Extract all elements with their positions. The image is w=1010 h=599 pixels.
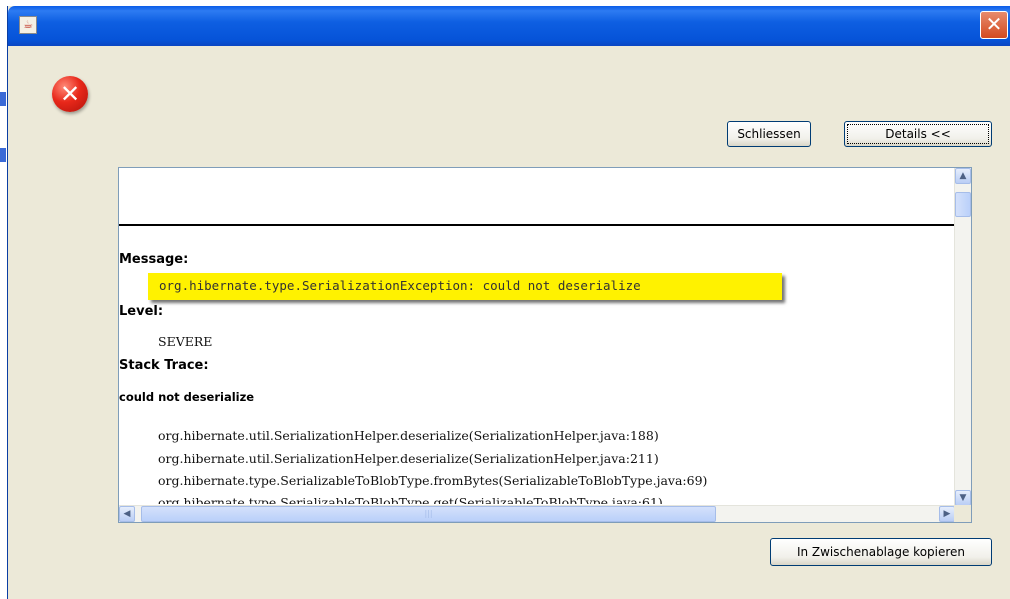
separator-rule	[119, 224, 955, 226]
details-content: Message: org.hibernate.type.Serializatio…	[119, 168, 955, 504]
message-text: org.hibernate.type.SerializationExceptio…	[159, 278, 641, 293]
scroll-down-icon[interactable]: ▼	[955, 490, 971, 506]
close-button[interactable]: Schliessen	[727, 121, 811, 147]
level-value: SEVERE	[158, 334, 213, 349]
vertical-scroll-thumb[interactable]	[955, 192, 971, 217]
horizontal-scroll-thumb[interactable]: |||	[141, 506, 716, 522]
window-close-button[interactable]: ✕	[980, 11, 1008, 39]
level-label: Level:	[119, 304, 164, 319]
scrollbar-corner	[954, 505, 971, 522]
stack-summary: could not deserialize	[119, 390, 255, 404]
horizontal-scrollbar[interactable]: ◀ ||| ▶	[119, 505, 955, 522]
scroll-left-icon[interactable]: ◀	[119, 506, 135, 522]
details-toggle-button[interactable]: Details <<	[844, 121, 992, 147]
background-marker	[0, 148, 6, 162]
background-marker	[0, 92, 6, 106]
title-bar[interactable]: ☕ ✕	[8, 6, 1010, 46]
error-dialog: ☕ ✕ ✕ Schliessen Details << Message: org…	[7, 6, 1010, 599]
focus-ring	[847, 124, 989, 144]
stack-line: org.hibernate.util.SerializationHelper.d…	[158, 428, 659, 443]
stack-line: org.hibernate.util.SerializationHelper.d…	[158, 451, 659, 466]
java-cup-icon[interactable]: ☕	[19, 16, 37, 34]
error-icon: ✕	[52, 76, 88, 112]
scroll-up-icon[interactable]: ▲	[955, 168, 971, 184]
stack-line: org.hibernate.type.SerializableToBlobTyp…	[158, 473, 708, 488]
message-label: Message:	[119, 252, 189, 267]
copy-to-clipboard-button[interactable]: In Zwischenablage kopieren	[770, 538, 992, 566]
details-scroll-pane[interactable]: Message: org.hibernate.type.Serializatio…	[118, 167, 972, 523]
stack-trace-label: Stack Trace:	[119, 358, 209, 373]
stack-line: org.hibernate.type.SerializableToBlobTyp…	[158, 495, 663, 504]
vertical-scrollbar[interactable]: ▲ ▼	[954, 168, 971, 506]
message-highlight: org.hibernate.type.SerializationExceptio…	[148, 273, 782, 300]
scroll-right-icon[interactable]: ▶	[939, 506, 955, 522]
background-window-edge	[0, 0, 7, 599]
